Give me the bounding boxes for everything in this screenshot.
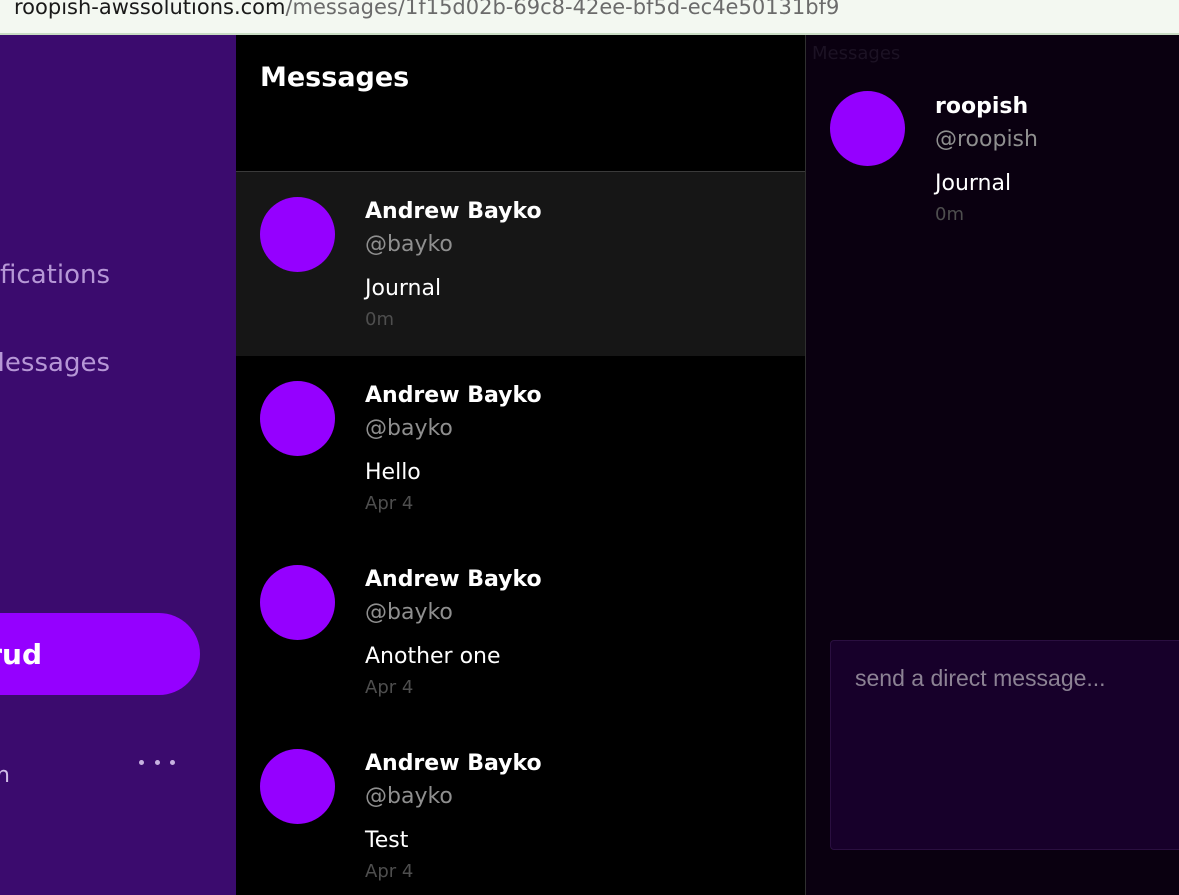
url-path: /messages/1f15d02b-69c8-42ee-bf5d-ec4e50… (285, 0, 840, 19)
sender-handle: @bayko (365, 232, 453, 257)
sender-name: Andrew Bayko (365, 199, 542, 224)
avatar (260, 749, 335, 824)
message-group-item[interactable]: Andrew Bayko @bayko Test Apr 4 (236, 724, 805, 895)
sender-name: Andrew Bayko (365, 567, 542, 592)
sender-handle: @roopish (935, 127, 1038, 152)
feed-header: Messages (236, 35, 805, 172)
nav-notifications[interactable]: Notifications (0, 260, 110, 290)
message-groups-feed: Messages Andrew Bayko @bayko Journal 0m … (236, 35, 805, 895)
sender-name: roopish (935, 94, 1029, 119)
sender-name: Andrew Bayko (365, 383, 542, 408)
page-title: Messages (260, 62, 410, 93)
message-group-item[interactable]: Andrew Bayko @bayko Hello Apr 4 (236, 356, 805, 540)
message-time: Apr 4 (365, 493, 414, 514)
message-time: 0m (935, 204, 964, 225)
message-group-item[interactable]: Andrew Bayko @bayko Journal 0m (236, 172, 805, 356)
url-host: roopish-awssolutions.com (14, 0, 286, 19)
conversation-label: Messages (812, 43, 901, 64)
message-time: Apr 4 (365, 861, 414, 882)
crud-button[interactable]: Crud (0, 613, 200, 695)
message-text: Journal (935, 171, 1012, 196)
address-bar[interactable]: roopish-awssolutions.com/messages/1f15d0… (0, 0, 1179, 35)
direct-message-input[interactable] (830, 640, 1179, 850)
avatar (260, 197, 335, 272)
message-time: Apr 4 (365, 677, 414, 698)
more-horizontal-icon[interactable] (139, 750, 175, 774)
avatar (260, 381, 335, 456)
avatar (830, 91, 905, 166)
sender-handle: @bayko (365, 600, 453, 625)
sender-handle: @bayko (365, 416, 453, 441)
message-preview: Test (365, 828, 409, 853)
conversation-panel: Messages roopish @roopish Journal 0m (806, 35, 1179, 895)
nav-messages[interactable]: Messages (0, 348, 110, 378)
message-preview: Hello (365, 460, 421, 485)
account-name: n (0, 763, 10, 788)
sidebar: Notifications Messages Crud n (0, 35, 236, 895)
message-preview: Another one (365, 644, 501, 669)
avatar (260, 565, 335, 640)
message-preview: Journal (365, 276, 442, 301)
message-time: 0m (365, 309, 394, 330)
message-group-item[interactable]: Andrew Bayko @bayko Another one Apr 4 (236, 540, 805, 724)
sender-handle: @bayko (365, 784, 453, 809)
sender-name: Andrew Bayko (365, 751, 542, 776)
url-text[interactable]: roopish-awssolutions.com/messages/1f15d0… (14, 0, 839, 19)
